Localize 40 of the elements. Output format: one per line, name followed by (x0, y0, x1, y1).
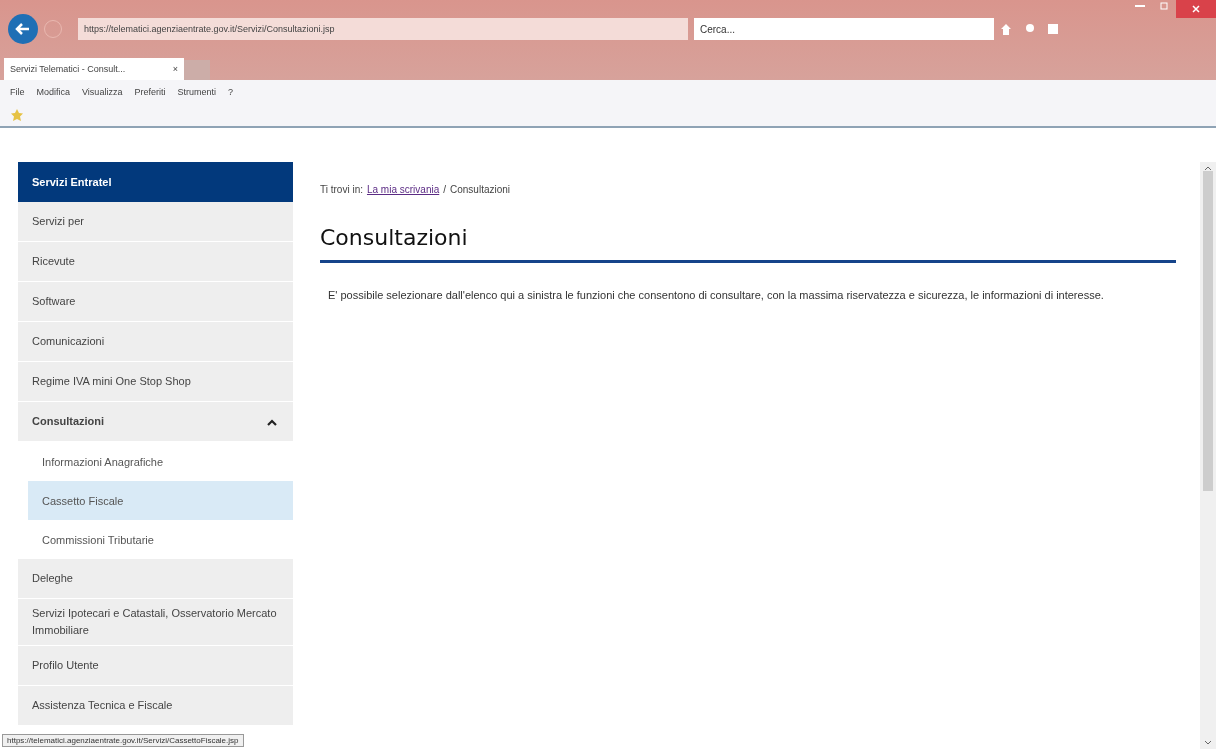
sidebar-item[interactable]: Servizi per (18, 202, 293, 242)
breadcrumb-label: Ti trovi in: (320, 184, 363, 195)
sidebar-item[interactable]: Servizi Ipotecari e Catastali, Osservatorio Mercato Immobiliare (18, 599, 293, 646)
back-arrow-icon (15, 21, 31, 37)
close-button[interactable] (1176, 0, 1216, 18)
favorites-star-icon[interactable] (10, 108, 24, 122)
menu-item[interactable]: Preferiti (134, 87, 166, 97)
intro-paragraph: E' possibile selezionare dall'elenco qui a sinistra le funzioni che consentono di consultare, con la massima riservatezza e sicurezza, le informazioni di interesse. (328, 288, 1105, 303)
menu-item[interactable]: Modifica (36, 87, 71, 97)
sidebar-item[interactable]: Regime IVA mini One Stop Shop (18, 362, 293, 402)
sidebar-item[interactable]: Consultazioni (18, 402, 293, 442)
sidebar-title: Servizi Entratel (18, 162, 293, 202)
chevron-up-icon (267, 417, 277, 426)
page-heading: Consultazioni (320, 225, 1176, 263)
close-icon (1192, 5, 1200, 13)
address-bar[interactable]: https://telematici.agenziaentrate.gov.it/Servizi/Consultazioni.jsp (78, 18, 688, 40)
breadcrumb-current: Consultazioni (450, 184, 511, 195)
scroll-up-icon[interactable] (1204, 166, 1212, 171)
sidebar-subitem[interactable]: Cassetto Fiscale (28, 481, 293, 520)
sidebar-item[interactable]: Deleghe (18, 559, 293, 599)
sidebar-item[interactable]: Profilo Utente (18, 646, 293, 686)
scroll-down-icon[interactable] (1204, 740, 1212, 745)
sidebar-item[interactable]: Software (18, 282, 293, 322)
status-url: https://telematici.agenziaentrate.gov.it/Servizi/CassettoFiscale.jsp (2, 734, 244, 747)
minimize-icon (1135, 4, 1145, 8)
maximize-icon (1160, 2, 1168, 10)
toolbar-icons-drawing[interactable] (1000, 22, 1060, 36)
sidebar-item[interactable]: Ricevute (18, 242, 293, 282)
menu-item[interactable]: ? (227, 87, 233, 97)
menu-item[interactable]: File (10, 87, 25, 97)
breadcrumb-link[interactable]: La mia scrivania (366, 184, 440, 195)
menu-item[interactable]: Strumenti (177, 87, 216, 97)
browser-tab[interactable]: Servizi Telematici - Consult... × (4, 58, 184, 80)
sidebar-item[interactable]: Comunicazioni (18, 322, 293, 362)
back-button[interactable] (8, 14, 38, 44)
scrollbar[interactable] (1200, 162, 1216, 749)
sidebar-item[interactable]: Assistenza Tecnica e Fiscale (18, 686, 293, 726)
search-field[interactable]: Cerca... (694, 18, 994, 40)
menu-item[interactable]: Visualizza (82, 87, 123, 97)
breadcrumb-separator: / (443, 184, 446, 195)
